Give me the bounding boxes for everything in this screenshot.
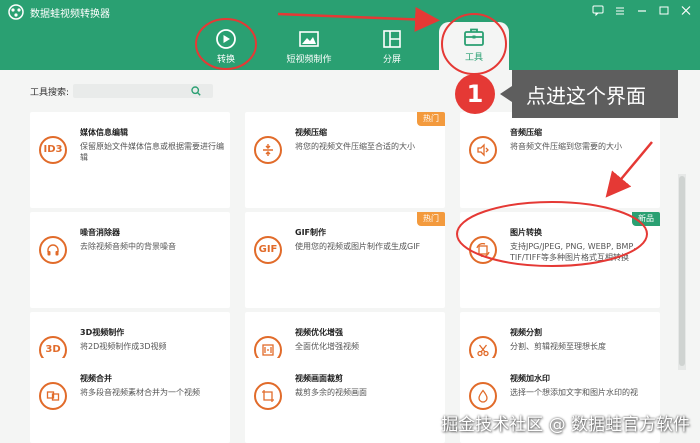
window-controls: [590, 4, 694, 18]
tool-card-audio-compress[interactable]: 音频压缩 将音频文件压缩到您需要的大小: [460, 112, 660, 208]
tool-desc: 裁剪多余的视频画面: [295, 388, 367, 397]
search-icon[interactable]: [191, 86, 201, 96]
image-convert-icon: [469, 236, 497, 264]
tool-title: GIF制作: [295, 228, 327, 237]
compress-icon: [254, 136, 282, 164]
tool-title: 视频优化增强: [295, 328, 343, 337]
tool-desc: 使用您的视频或图片制作或生成GIF: [295, 242, 421, 251]
tool-desc: 将多段音视频素材合并为一个视频: [80, 388, 200, 397]
callout-text: 点进这个界面: [526, 84, 646, 108]
tool-title: 视频合并: [80, 374, 112, 383]
toolbox-icon: [464, 28, 484, 46]
merge-icon: [39, 382, 67, 410]
tab-split-screen[interactable]: 分屏: [357, 24, 427, 70]
headphones-icon: [39, 236, 67, 264]
tool-card-video-merge[interactable]: 视频合并 将多段音视频素材合并为一个视频: [30, 358, 230, 443]
tool-search: 工具搜索:: [30, 84, 214, 104]
convert-icon: [216, 29, 236, 49]
tool-card-noise-removal[interactable]: 噪音消除器 去除视频音频中的背景噪音: [30, 212, 230, 308]
drop-icon: [469, 382, 497, 410]
menu-icon[interactable]: [612, 4, 628, 18]
tool-title: 媒体信息编辑: [80, 128, 128, 137]
callout-pointer: [500, 86, 512, 102]
tool-desc: 全面优化增强视频: [295, 342, 359, 351]
tool-title: 视频画面裁剪: [295, 374, 343, 383]
tool-desc: 将2D视频制作成3D视频: [80, 342, 167, 351]
crop-icon: [254, 382, 282, 410]
app-title: 数据蛙视频转换器: [30, 9, 110, 20]
hot-badge: 热门: [417, 212, 445, 226]
tool-card-media-info[interactable]: ID3 媒体信息编辑 保留原始文件媒体信息或根据需要进行编辑: [30, 112, 230, 208]
tools-panel: 工具搜索: ID3 媒体信息编辑 保留原始文件媒体信息或根据需要进行编辑 视频压…: [8, 70, 686, 443]
audio-compress-icon: [469, 136, 497, 164]
search-input[interactable]: [73, 89, 194, 104]
close-icon[interactable]: [678, 4, 694, 18]
tab-convert[interactable]: 转换: [191, 24, 261, 70]
id3-icon: ID3: [39, 136, 67, 164]
feedback-icon[interactable]: [590, 4, 606, 18]
tool-title: 噪音消除器: [80, 228, 120, 237]
tool-card-image-convert[interactable]: 图片转换 支持JPG/JPEG, PNG, WEBP, BMP, TIF/TIF…: [460, 212, 660, 308]
tab-label: 转换: [216, 55, 235, 65]
scrollbar-thumb[interactable]: [679, 176, 685, 366]
header-bar: 数据蛙视频转换器: [0, 0, 700, 70]
tool-title: 视频压缩: [295, 128, 327, 137]
tool-title: 视频分割: [510, 328, 542, 337]
tool-desc: 选择一个想添加文字和图片水印的视: [510, 388, 638, 397]
tool-desc: 去除视频音频中的背景噪音: [80, 242, 176, 251]
tool-title: 图片转换: [510, 228, 542, 237]
tool-desc: 将音频文件压缩到您需要的大小: [510, 142, 622, 151]
tab-label: 工具: [464, 53, 483, 63]
search-label: 工具搜索:: [30, 87, 70, 98]
tool-desc: 将您的视频文件压缩至合适的大小: [295, 142, 415, 151]
tool-card-gif-maker[interactable]: GIF GIF制作 使用您的视频或图片制作或生成GIF 热门: [245, 212, 445, 308]
hot-badge: 热门: [417, 112, 445, 126]
new-badge: 新品: [632, 212, 660, 226]
app-logo-icon: [8, 4, 24, 20]
split-screen-icon: [383, 30, 401, 48]
tab-short-video[interactable]: 短视频制作: [274, 24, 344, 70]
maximize-icon[interactable]: [656, 4, 672, 18]
step-number-badge: 1: [455, 74, 495, 114]
tab-label: 分屏: [382, 55, 401, 65]
scrollbar[interactable]: [678, 174, 686, 370]
video-maker-icon: [299, 31, 319, 47]
watermark-text: 掘金技术社区 @ 数据蛙官方软件: [441, 415, 690, 435]
tool-card-video-crop[interactable]: 视频画面裁剪 裁剪多余的视频画面: [245, 358, 445, 443]
tool-desc: 支持JPG/JPEG, PNG, WEBP, BMP, TIF/TIFF等多种图…: [510, 242, 636, 262]
tool-desc: 保留原始文件媒体信息或根据需要进行编辑: [80, 142, 224, 162]
gif-icon: GIF: [254, 236, 282, 264]
tool-title: 音频压缩: [510, 128, 542, 137]
tool-title: 视频加水印: [510, 374, 550, 383]
tab-label: 短视频制作: [286, 55, 332, 65]
tool-card-video-compress[interactable]: 视频压缩 将您的视频文件压缩至合适的大小 热门: [245, 112, 445, 208]
app-window: 数据蛙视频转换器 转换 短视频制作 分屏 工具 工具搜索: ID3 媒体信息编辑…: [0, 0, 700, 443]
tool-desc: 分割、剪辑视频至理想长度: [510, 342, 606, 351]
tab-tools[interactable]: 工具: [439, 22, 509, 72]
minimize-icon[interactable]: [634, 4, 650, 18]
tool-title: 3D视频制作: [80, 328, 125, 337]
